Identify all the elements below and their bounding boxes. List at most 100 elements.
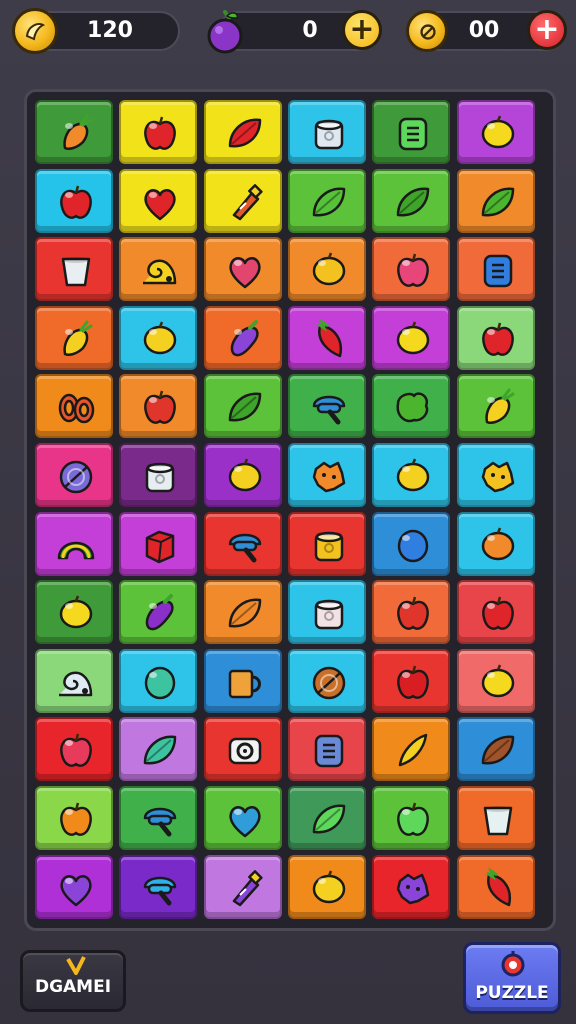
add-grapes-button[interactable]: + — [342, 10, 382, 50]
board-tile[interactable] — [119, 374, 198, 439]
cylinder-icon — [146, 462, 175, 493]
board-tile[interactable] — [456, 443, 535, 507]
board-tile[interactable] — [119, 580, 198, 645]
cup-icon — [61, 257, 91, 287]
board-tile[interactable] — [203, 786, 282, 850]
board-tile[interactable] — [35, 237, 113, 302]
board-tile[interactable] — [456, 786, 535, 850]
hud-bar: 120 0 + 00 + — [0, 0, 576, 62]
board-tile[interactable] — [35, 168, 113, 233]
board-tile[interactable] — [35, 305, 113, 370]
board-tile[interactable] — [456, 717, 535, 782]
board-tile[interactable] — [456, 168, 535, 233]
board-tile[interactable] — [203, 100, 282, 164]
board-tile[interactable] — [35, 648, 113, 713]
board-tile[interactable] — [372, 580, 451, 645]
board-tile[interactable] — [287, 786, 366, 850]
board-tile[interactable] — [35, 717, 113, 782]
board-tile[interactable] — [119, 443, 198, 507]
board-tile[interactable] — [287, 854, 366, 919]
board-tile[interactable] — [119, 786, 198, 850]
leaf-icon — [312, 804, 346, 834]
board-tile[interactable] — [287, 168, 366, 233]
board-tile[interactable] — [35, 854, 113, 919]
puzzle-button[interactable]: PUZZLE — [463, 942, 561, 1014]
apple-icon — [144, 116, 177, 150]
game-button[interactable]: DGAMEI — [20, 950, 126, 1012]
board-tile[interactable] — [372, 443, 451, 507]
board-tile[interactable] — [456, 374, 535, 439]
board-tile[interactable] — [119, 648, 198, 713]
puzzle-board — [24, 89, 556, 931]
board-tile[interactable] — [372, 374, 451, 439]
add-gems-button[interactable]: + — [527, 10, 567, 50]
board-tile[interactable] — [203, 168, 282, 233]
apple-icon — [481, 322, 514, 356]
board-tile[interactable] — [203, 305, 282, 370]
board-tile[interactable] — [372, 305, 451, 370]
plus-icon: + — [349, 12, 375, 47]
board-tile[interactable] — [287, 374, 366, 439]
board-tile[interactable] — [119, 100, 198, 164]
board-tile[interactable] — [119, 237, 198, 302]
board-tile[interactable] — [119, 854, 198, 919]
board-tile[interactable] — [119, 168, 198, 233]
leaf-icon — [144, 736, 177, 765]
board-tile[interactable] — [35, 443, 113, 507]
board-tile[interactable] — [372, 786, 451, 850]
board-tile[interactable] — [456, 511, 535, 576]
board-tile[interactable] — [203, 443, 282, 507]
board-tile[interactable] — [119, 717, 198, 782]
board-tile[interactable] — [456, 854, 535, 919]
splat-icon — [312, 461, 346, 493]
plus-icon: + — [534, 12, 560, 47]
pepper-icon — [485, 866, 511, 906]
board-tile[interactable] — [203, 237, 282, 302]
board-tile[interactable] — [372, 237, 451, 302]
board-tile[interactable] — [287, 100, 366, 164]
board-tile[interactable] — [203, 717, 282, 782]
pepper-icon — [317, 318, 342, 358]
board-tile[interactable] — [35, 511, 113, 576]
board-tile[interactable] — [203, 648, 282, 713]
board-tile[interactable] — [203, 854, 282, 919]
board-tile[interactable] — [456, 100, 535, 164]
board-tile[interactable] — [372, 168, 451, 233]
board-tile[interactable] — [287, 305, 366, 370]
board-tile[interactable] — [372, 100, 451, 164]
board-tile[interactable] — [35, 786, 113, 850]
mushroom-icon — [144, 876, 177, 906]
board-tile[interactable] — [119, 511, 198, 576]
lemon-icon — [59, 595, 93, 629]
game-button-label: DGAMEI — [34, 977, 112, 997]
board-tile[interactable] — [35, 100, 113, 164]
board-tile[interactable] — [203, 374, 282, 439]
board-tile[interactable] — [35, 374, 113, 439]
box-icon — [398, 117, 428, 151]
board-tile[interactable] — [287, 237, 366, 302]
board-tile[interactable] — [456, 305, 535, 370]
board-tile[interactable] — [456, 648, 535, 713]
board-tile[interactable] — [372, 854, 451, 919]
board-tile[interactable] — [35, 580, 113, 645]
heart-icon — [60, 874, 92, 906]
board-tile[interactable] — [372, 648, 451, 713]
board-tile[interactable] — [287, 511, 366, 576]
board-tile[interactable] — [372, 511, 451, 576]
board-tile[interactable] — [287, 648, 366, 713]
board-tile[interactable] — [287, 443, 366, 507]
board-tile[interactable] — [372, 717, 451, 782]
board-tile[interactable] — [203, 511, 282, 576]
board-tile[interactable] — [203, 580, 282, 645]
rainbow-icon — [57, 541, 95, 559]
grapes-value: 0 — [302, 18, 318, 43]
cup-icon — [483, 806, 512, 836]
board-tile[interactable] — [287, 580, 366, 645]
board-tile[interactable] — [119, 305, 198, 370]
carrot-icon — [63, 114, 93, 150]
board-tile[interactable] — [456, 237, 535, 302]
board-tile[interactable] — [456, 580, 535, 645]
lemon-icon — [228, 458, 261, 492]
cube-icon — [146, 530, 175, 563]
board-tile[interactable] — [287, 717, 366, 782]
